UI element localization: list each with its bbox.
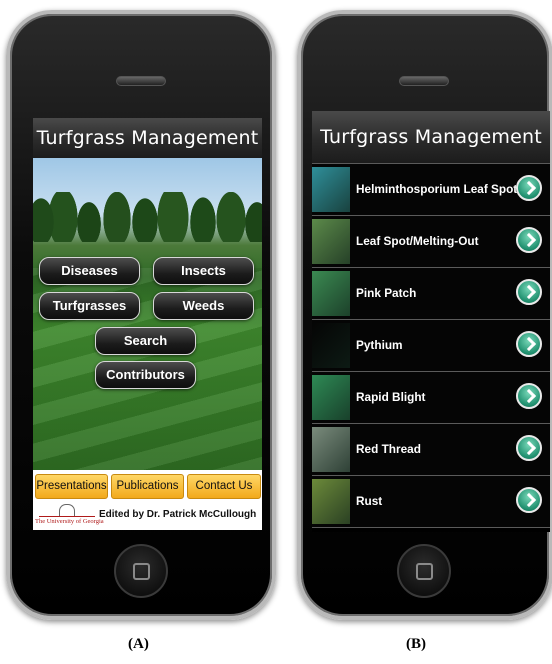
tree-line [33, 192, 262, 242]
thumbnail [312, 427, 350, 472]
credit-bar: The University of Georgia Edited by Dr. … [33, 500, 262, 530]
presentations-button[interactable]: Presentations [35, 474, 108, 499]
list-item[interactable]: Pythium [312, 320, 550, 372]
earpiece-speaker [116, 76, 166, 86]
home-screen: Turfgrass Management Diseases Insects Tu… [33, 118, 262, 530]
home-button[interactable] [114, 544, 168, 598]
weeds-button[interactable]: Weeds [153, 292, 254, 320]
search-button[interactable]: Search [95, 327, 196, 355]
phone-a: Turfgrass Management Diseases Insects Tu… [6, 10, 276, 620]
list-item[interactable]: Pink Patch [312, 268, 550, 320]
disease-list: Helminthosporium Leaf Spot Leaf Spot/Mel… [312, 163, 550, 528]
disease-name: Rust [356, 494, 383, 508]
diseases-button[interactable]: Diseases [39, 257, 140, 285]
disease-name: Pythium [356, 338, 403, 352]
phone-b: Turfgrass Management Helminthosporium Le… [297, 10, 552, 620]
editor-credit: Edited by Dr. Patrick McCullough [99, 509, 257, 520]
home-button[interactable] [397, 544, 451, 598]
contact-us-button[interactable]: Contact Us [187, 474, 261, 499]
list-item[interactable]: Rapid Blight [312, 372, 550, 424]
chevron-right-icon[interactable] [516, 331, 542, 357]
chevron-right-icon[interactable] [516, 487, 542, 513]
insects-button[interactable]: Insects [153, 257, 254, 285]
disease-name: Leaf Spot/Melting-Out [356, 234, 479, 248]
earpiece-speaker [399, 76, 449, 86]
home-square-icon [133, 563, 150, 580]
home-square-icon [416, 563, 433, 580]
turfgrasses-button[interactable]: Turfgrasses [39, 292, 140, 320]
university-logo: The University of Georgia [35, 502, 104, 528]
thumbnail [312, 375, 350, 420]
thumbnail [312, 167, 350, 212]
list-item[interactable]: Rust [312, 476, 550, 528]
publications-button[interactable]: Publications [111, 474, 184, 499]
disease-name: Red Thread [356, 442, 421, 456]
thumbnail [312, 219, 350, 264]
thumbnail [312, 323, 350, 368]
caption-b: (B) [406, 636, 426, 652]
chevron-right-icon[interactable] [516, 279, 542, 305]
arch-icon [59, 504, 75, 516]
caption-a: (A) [128, 636, 149, 652]
chevron-right-icon[interactable] [516, 383, 542, 409]
disease-name: Rapid Blight [356, 390, 426, 404]
disease-name: Pink Patch [356, 286, 417, 300]
app-title: Turfgrass Management [312, 111, 550, 163]
footer-links: Presentations Publications Contact Us [33, 470, 262, 500]
list-item[interactable]: Red Thread [312, 424, 550, 476]
disease-name: Helminthosporium Leaf Spot [356, 182, 518, 196]
thumbnail [312, 479, 350, 524]
app-title: Turfgrass Management [33, 118, 262, 158]
logo-text: The University of Georgia [35, 518, 104, 525]
thumbnail [312, 271, 350, 316]
list-item[interactable]: Leaf Spot/Melting-Out [312, 216, 550, 268]
contributors-button[interactable]: Contributors [95, 361, 196, 389]
chevron-right-icon[interactable] [516, 227, 542, 253]
list-item[interactable]: Helminthosporium Leaf Spot [312, 163, 550, 216]
chevron-right-icon[interactable] [516, 175, 542, 201]
chevron-right-icon[interactable] [516, 435, 542, 461]
disease-list-screen: Turfgrass Management Helminthosporium Le… [312, 111, 550, 532]
